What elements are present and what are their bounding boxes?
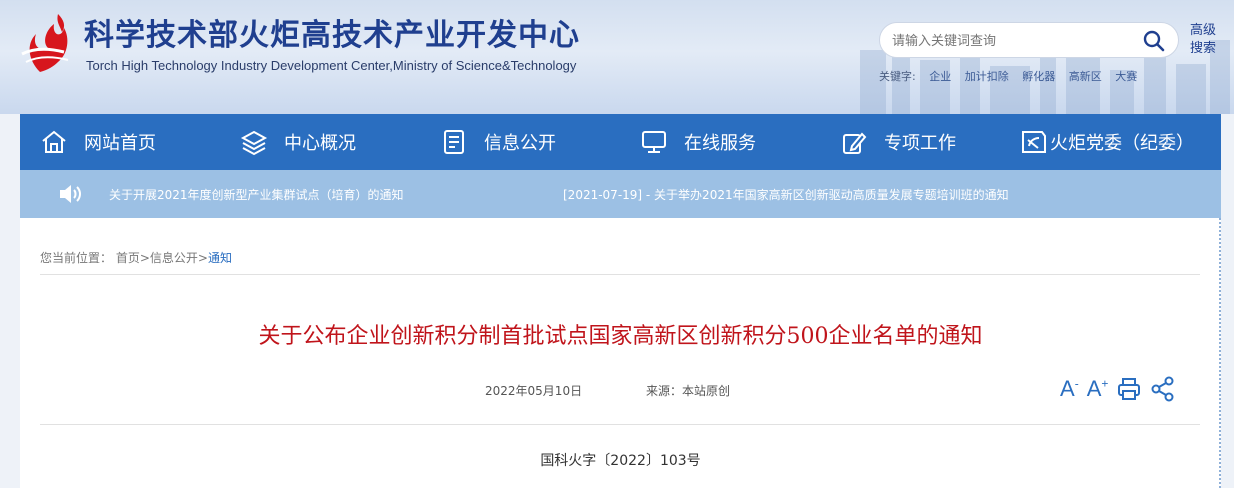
search-icon[interactable] (1142, 29, 1166, 53)
nav-label: 在线服务 (684, 133, 756, 154)
keyword-link[interactable]: 高新区 (1069, 70, 1102, 83)
font-decrease-sup: - (1074, 376, 1079, 391)
font-decrease-button[interactable]: A- (1060, 376, 1079, 402)
advanced-search-link[interactable]: 高级 搜索 (1190, 22, 1222, 58)
font-decrease-label: A (1060, 376, 1075, 401)
keyword-link[interactable]: 加计扣除 (965, 70, 1009, 83)
print-icon (1118, 378, 1141, 400)
edit-icon (843, 132, 867, 154)
article-tools: A- A+ (1060, 376, 1184, 402)
publish-date: 2022年05月10日 (485, 384, 583, 398)
speaker-icon (60, 185, 81, 203)
nav-label: 网站首页 (84, 133, 156, 154)
keywords-label: 关键字: (879, 70, 916, 83)
home-icon (42, 130, 66, 153)
breadcrumb-path[interactable]: 首页>信息公开> (116, 251, 208, 265)
torch-logo-icon (21, 14, 69, 72)
advanced-search-label-2: 搜索 (1190, 41, 1217, 56)
document-number: 国科火字〔2022〕103号 (540, 453, 701, 469)
nav-item-online-service[interactable]: 在线服务 (640, 114, 756, 170)
share-icon (1151, 376, 1174, 402)
nav-item-home[interactable]: 网站首页 (40, 114, 156, 170)
nav-item-overview[interactable]: 中心概况 (240, 114, 356, 170)
site-title: 科学技术部火炬高技术产业开发中心 (84, 18, 580, 53)
ticker-link[interactable]: 关于开展2021年度创新型产业集群试点（培育）的通知 (109, 186, 404, 203)
nav-item-party-committee[interactable]: 火炬党委（纪委） (1020, 114, 1194, 170)
site-header: 科学技术部火炬高技术产业开发中心 Torch High Technology I… (0, 0, 1234, 114)
document-icon (444, 130, 464, 154)
nav-item-info[interactable]: 信息公开 (440, 114, 556, 170)
news-ticker: 关于开展2021年度创新型产业集群试点（培育）的通知 [2021-07-19] … (20, 170, 1221, 218)
scroll-edge (1216, 218, 1221, 488)
keyword-link[interactable]: 大赛 (1115, 70, 1137, 83)
hot-keywords: 关键字: 企业 加计扣除 孵化器 高新区 大赛 (879, 68, 1147, 84)
article-panel: 您当前位置： 首页>信息公开>通知 关于公布企业创新积分制首批试点国家高新区创新… (20, 218, 1221, 488)
search-input[interactable] (892, 31, 1132, 51)
keyword-link[interactable]: 孵化器 (1022, 70, 1055, 83)
advanced-search-label-1: 高级 (1190, 23, 1217, 38)
nav-label: 中心概况 (284, 133, 356, 154)
share-button[interactable] (1150, 376, 1176, 402)
search-box (879, 22, 1179, 58)
article-source: 来源：本站原创 (646, 384, 731, 398)
divider (40, 274, 1200, 275)
nav-label: 专项工作 (884, 133, 956, 154)
layers-icon (240, 130, 268, 156)
nav-label: 火炬党委（纪委） (1050, 133, 1194, 154)
breadcrumb-prefix: 您当前位置： (40, 251, 113, 265)
nav-item-special-work[interactable]: 专项工作 (840, 114, 956, 170)
site-subtitle: Torch High Technology Industry Developme… (86, 58, 577, 73)
nav-label: 信息公开 (484, 133, 556, 154)
main-nav: 网站首页 中心概况 信息公开 在线服务 专项工作 火炬党委（纪委） (20, 114, 1221, 170)
divider (40, 424, 1200, 425)
breadcrumb-current[interactable]: 通知 (208, 251, 232, 265)
article-title: 关于公布企业创新积分制首批试点国家高新区创新积分500企业名单的通知 (258, 324, 983, 349)
keyword-link[interactable]: 企业 (929, 70, 951, 83)
font-increase-sup: + (1101, 376, 1109, 391)
party-emblem-icon (1022, 131, 1046, 153)
print-button[interactable] (1116, 376, 1142, 402)
monitor-icon (642, 131, 666, 153)
font-increase-label: A (1086, 376, 1102, 401)
breadcrumb: 您当前位置： 首页>信息公开>通知 (40, 249, 232, 266)
font-increase-button[interactable]: A+ (1087, 376, 1109, 402)
ticker-link[interactable]: [2021-07-19] - 关于举办2021年国家高新区创新驱动高质量发展专题… (563, 186, 1009, 203)
